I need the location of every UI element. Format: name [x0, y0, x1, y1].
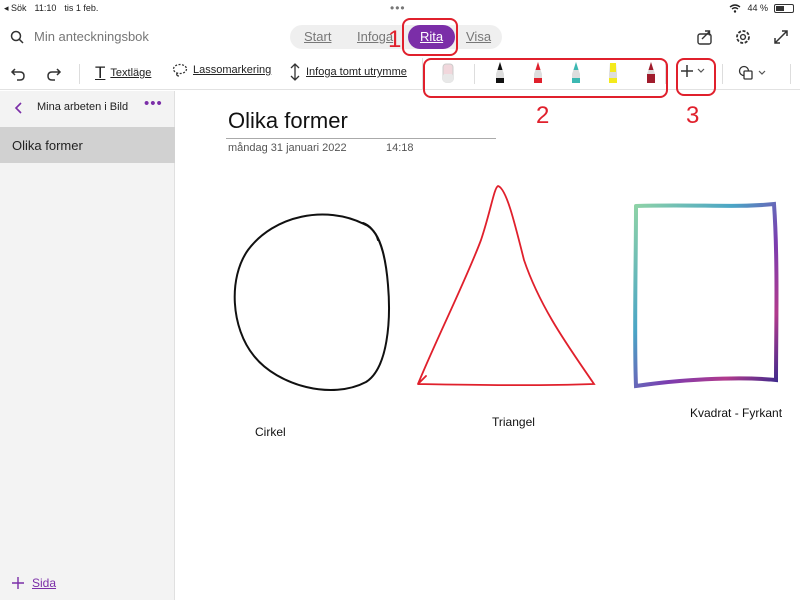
section-title: Mina arbeten i Bild [37, 101, 129, 113]
status-bar: ◂ Sök 11:10 tis 1 feb. ••• 44 % [0, 0, 800, 16]
title-underline [226, 138, 496, 139]
drawing-canvas[interactable] [176, 160, 800, 400]
insert-space-icon [290, 63, 300, 81]
add-page-label: Sida [32, 576, 57, 590]
drawn-triangle[interactable] [417, 185, 596, 387]
back-to-app[interactable]: ◂ Sök [4, 3, 27, 14]
text-mode-label: Textläge [110, 67, 152, 79]
plus-icon [12, 577, 24, 589]
tab-visa[interactable]: Visa [466, 29, 491, 44]
status-time: 11:10 [34, 3, 57, 13]
status-date: tis 1 feb. [64, 3, 99, 13]
battery-percent: 44 % [747, 3, 768, 13]
redo-icon[interactable] [46, 66, 62, 82]
lasso-select-button[interactable]: Lassomarkering [172, 63, 271, 77]
triangle-label[interactable]: Triangel [492, 415, 535, 429]
page-title[interactable]: Olika former [228, 108, 348, 134]
text-mode-icon: T [95, 63, 106, 82]
sidebar-page-olika-former[interactable]: Olika former [0, 127, 175, 163]
insert-space-button[interactable]: Infoga tomt utrymme [289, 63, 407, 81]
chevron-down-icon [758, 70, 766, 75]
settings-gear-icon[interactable] [734, 28, 752, 46]
annotation-box-pens [423, 58, 668, 98]
annotation-box-add-pen [676, 58, 716, 96]
undo-icon[interactable] [10, 66, 26, 82]
drawn-circle[interactable] [233, 213, 390, 391]
circle-label[interactable]: Cirkel [255, 425, 286, 439]
back-chevron-icon[interactable] [14, 102, 22, 114]
lasso-icon [172, 63, 188, 77]
share-icon[interactable] [696, 28, 714, 46]
toolbar-divider [790, 64, 791, 84]
square-label[interactable]: Kvadrat - Fyrkant [690, 406, 782, 420]
add-page-button[interactable]: Sida [12, 576, 56, 590]
multitasking-dots-icon[interactable]: ••• [390, 1, 406, 15]
shapes-icon [738, 65, 753, 80]
tab-start[interactable]: Start [304, 29, 331, 44]
drawn-square[interactable] [633, 201, 779, 389]
annotation-box-rita-tab [402, 18, 458, 56]
annotation-number-1: 1 [388, 26, 402, 53]
search-icon [10, 30, 24, 44]
annotation-number-2: 2 [536, 102, 550, 129]
battery-icon [774, 3, 794, 13]
annotation-number-3: 3 [686, 102, 700, 129]
section-header: Mina arbeten i Bild ••• [0, 91, 175, 125]
more-options-icon[interactable]: ••• [144, 95, 163, 112]
page-date: måndag 31 januari 2022 [228, 142, 347, 154]
notebook-search[interactable]: Min anteckningsbok [10, 29, 149, 44]
page-sidebar: Mina arbeten i Bild ••• Olika former Sid… [0, 91, 175, 600]
shapes-button[interactable] [738, 65, 766, 81]
insert-space-label: Infoga tomt utrymme [306, 66, 407, 78]
toolbar-divider [79, 64, 80, 84]
search-placeholder: Min anteckningsbok [34, 29, 149, 44]
page-list-label: Olika former [12, 138, 83, 153]
toolbar-divider [722, 64, 723, 84]
text-mode-button[interactable]: T Textläge [95, 63, 151, 83]
wifi-icon [730, 3, 741, 13]
fullscreen-expand-icon[interactable] [772, 28, 790, 46]
page-time: 14:18 [386, 142, 414, 154]
lasso-label: Lassomarkering [193, 64, 272, 76]
